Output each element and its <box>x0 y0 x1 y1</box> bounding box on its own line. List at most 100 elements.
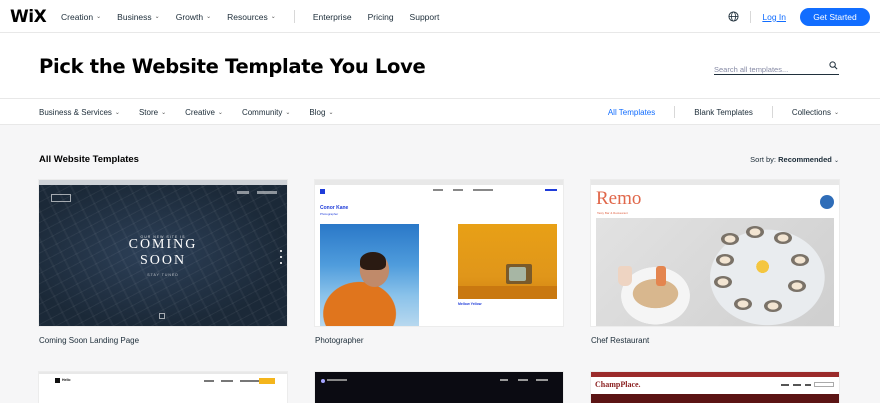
template-label[interactable]: Chef Restaurant <box>591 336 649 345</box>
preview-name: Conor Kane <box>320 205 349 211</box>
preview-nav-link <box>545 189 557 191</box>
preview-nav <box>433 189 493 191</box>
category-label: Community <box>241 107 283 117</box>
nav-right-divider <box>750 10 752 23</box>
preview-nav <box>237 191 277 194</box>
tv-icon <box>506 264 532 284</box>
nav-support[interactable]: Support <box>410 12 440 22</box>
nav-divider <box>293 10 295 23</box>
category-creative[interactable]: Creative ⌄ <box>185 108 223 117</box>
all-templates-link[interactable]: All Templates <box>608 108 655 117</box>
nav-resources-label: Resources <box>227 11 268 22</box>
category-menu: Business & Services ⌄ Store ⌄ Creative ⌄ Co… <box>39 99 352 125</box>
category-blog[interactable]: Blog ⌄ <box>309 108 333 117</box>
collections-dropdown[interactable]: Collections ⌄ <box>792 108 839 117</box>
section-title: All Website Templates <box>39 154 139 165</box>
category-label: Blog <box>309 107 326 117</box>
browser-bar <box>591 372 839 377</box>
preview-nav <box>781 384 811 386</box>
preview-brand: Remo <box>596 188 642 209</box>
oyster <box>714 276 732 288</box>
nav-business-label: Business <box>117 11 152 22</box>
category-business-services[interactable]: Business & Services ⌄ <box>39 108 120 117</box>
browser-bar <box>315 180 563 185</box>
nav-creation[interactable]: Creation ⌄ <box>61 12 101 22</box>
nav-business[interactable]: Business ⌄ <box>117 12 160 22</box>
template-label[interactable]: Photographer <box>315 336 363 345</box>
scroll-icon <box>159 313 165 319</box>
preview-logo <box>320 189 325 194</box>
preview-headline: COMING SOON <box>39 237 287 269</box>
template-card-chef-restaurant[interactable]: Remo Tasty Bar & Restaurant <box>591 180 839 326</box>
photo-table <box>458 286 557 299</box>
chevron-down-icon: ⌄ <box>161 109 167 116</box>
oyster <box>774 232 792 244</box>
category-divider <box>771 106 773 118</box>
oyster <box>764 300 782 312</box>
portrait-hair <box>360 252 386 270</box>
chevron-down-icon: ⌄ <box>285 109 291 116</box>
category-label: Creative <box>185 107 215 117</box>
template-card-row2-2[interactable] <box>315 372 563 403</box>
nav-right: Log In Get Started <box>728 0 870 33</box>
get-started-button[interactable]: Get Started <box>800 7 870 26</box>
nav-creation-label: Creation <box>61 11 94 22</box>
blank-templates-link[interactable]: Blank Templates <box>694 108 753 117</box>
chevron-down-icon: ⌄ <box>206 14 212 20</box>
template-search <box>714 59 839 77</box>
preview-button <box>259 378 275 384</box>
template-card-row2-3[interactable]: ChampPlace. <box>591 372 839 403</box>
template-card-row2-1[interactable]: Hello <box>39 372 287 403</box>
oyster <box>746 226 764 238</box>
template-card-coming-soon[interactable]: OUR NEW SITE IS COMING SOON STAY TUNED <box>39 180 287 326</box>
preview-tagline: STAY TUNED <box>147 273 179 277</box>
sort-dropdown[interactable]: Sort by: Recommended ⌄ <box>750 155 839 164</box>
collections-label: Collections <box>791 107 831 117</box>
nav-enterprise[interactable]: Enterprise <box>313 12 352 22</box>
portrait-photo <box>320 224 419 326</box>
category-bar: Business & Services ⌄ Store ⌄ Creative ⌄ Co… <box>0 99 880 125</box>
search-input[interactable] <box>714 62 822 77</box>
page-title: Pick the Website Template You Love <box>39 55 426 78</box>
social-dots-icon <box>280 250 282 264</box>
nav-pricing[interactable]: Pricing <box>368 12 394 22</box>
drink-glass <box>656 266 666 286</box>
category-community[interactable]: Community ⌄ <box>242 108 290 117</box>
preview-subtitle: Tasty Bar & Restaurant <box>597 211 628 215</box>
preview-nav <box>500 379 548 381</box>
preview-title: Hello <box>62 378 71 382</box>
preview-logo <box>51 194 71 202</box>
template-label[interactable]: Coming Soon Landing Page <box>39 336 139 345</box>
oyster <box>716 254 734 266</box>
nav-growth[interactable]: Growth ⌄ <box>176 12 211 22</box>
category-right-links: All Templates Blank Templates Collection… <box>608 99 839 125</box>
preview-headline-line2: SOON <box>139 253 187 268</box>
login-link[interactable]: Log In <box>762 12 786 22</box>
oyster <box>791 254 809 266</box>
wine-glass <box>618 266 632 286</box>
sort-label: Sort by: <box>750 155 777 164</box>
chevron-down-icon: ⌄ <box>154 14 160 20</box>
category-store[interactable]: Store ⌄ <box>139 108 166 117</box>
category-label: Store <box>138 107 159 117</box>
template-card-photographer[interactable]: Conor Kane Photographer Mellow Yellow <box>315 180 563 326</box>
oyster-plate-photo <box>596 218 834 326</box>
chevron-down-icon: ⌄ <box>217 109 223 116</box>
preview-nav <box>204 380 259 382</box>
page-header: Pick the Website Template You Love <box>0 33 880 99</box>
still-life-photo <box>458 224 557 299</box>
wix-logo[interactable]: WiX <box>10 7 47 27</box>
top-nav: WiX Creation ⌄ Business ⌄ Growth ⌄ Resource… <box>0 0 880 33</box>
photo-caption: Mellow Yellow <box>458 302 482 306</box>
chevron-down-icon: ⌄ <box>833 158 839 164</box>
nav-resources[interactable]: Resources ⌄ <box>227 12 276 22</box>
oyster <box>734 298 752 310</box>
preview-hero <box>591 394 839 403</box>
chevron-down-icon: ⌄ <box>328 109 334 116</box>
search-icon[interactable] <box>829 61 838 70</box>
chat-icon <box>820 195 834 209</box>
globe-icon[interactable] <box>728 11 739 22</box>
preview-headline-line1: COMING <box>128 237 198 252</box>
sort-value: Recommended <box>778 155 832 164</box>
browser-bar <box>39 180 287 185</box>
